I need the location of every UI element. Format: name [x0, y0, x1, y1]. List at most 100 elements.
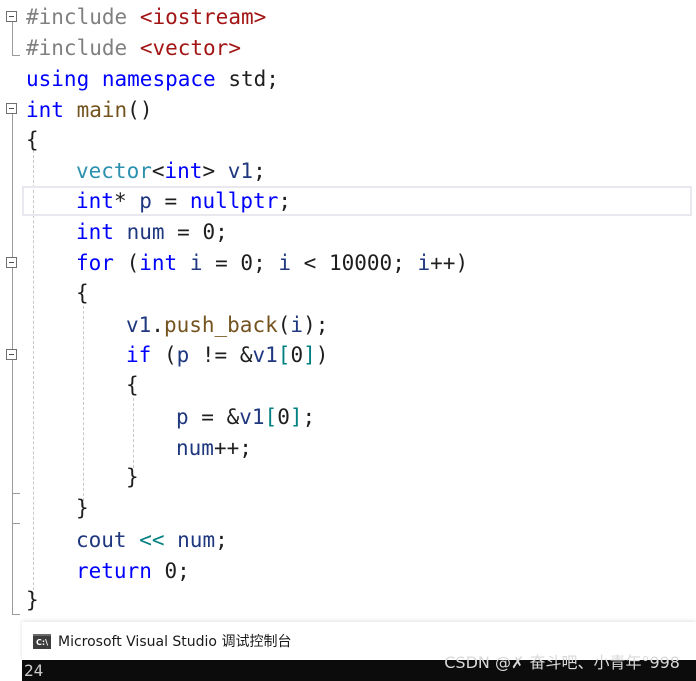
operator: =	[188, 405, 227, 429]
code-line-15: num++;	[176, 433, 252, 463]
number: 0	[290, 343, 304, 367]
punctuation: )	[455, 251, 469, 275]
punctuation: )	[315, 343, 329, 367]
punctuation: ]	[303, 343, 316, 367]
outline-include-end	[12, 55, 20, 56]
preprocessor-directive: #include	[26, 36, 128, 60]
outline-if-end	[12, 493, 20, 494]
punctuation: ;	[392, 251, 418, 275]
outline-main-line	[12, 114, 13, 614]
keyword: namespace	[101, 67, 216, 91]
punctuation: (	[151, 343, 177, 367]
punctuation: ;	[253, 251, 279, 275]
punctuation: ;	[215, 220, 228, 244]
number: 0	[202, 220, 216, 244]
keyword: int	[139, 251, 178, 275]
operator: &	[239, 343, 253, 367]
code-line-7-current[interactable]: int* p = nullptr;	[22, 186, 692, 216]
keyword: int	[76, 220, 114, 244]
console-app-icon: C:\	[33, 633, 51, 649]
punctuation: *	[113, 189, 127, 213]
keyword: int	[26, 98, 64, 122]
keyword: int	[76, 189, 114, 213]
brace: }	[26, 588, 39, 612]
keyword: for	[76, 251, 114, 275]
code-line-10: {	[76, 278, 89, 308]
operator: &	[226, 405, 240, 429]
code-line-13: {	[126, 370, 139, 400]
include-header: <vector>	[139, 36, 241, 60]
variable: v1	[252, 343, 278, 367]
operator: !=	[189, 343, 240, 367]
code-editor[interactable]: #include <iostream> #include <vector> us…	[0, 0, 696, 622]
code-line-14: p = &v1[0];	[176, 402, 315, 432]
variable: num	[177, 528, 216, 552]
code-line-5: {	[26, 125, 39, 155]
keyword: nullptr	[189, 189, 279, 213]
outline-main-end	[12, 614, 20, 615]
number: 0	[240, 251, 254, 275]
punctuation: ;	[177, 559, 190, 583]
brace: }	[76, 496, 89, 520]
collapse-for-icon[interactable]	[6, 257, 17, 268]
punctuation: [	[264, 405, 278, 429]
variable: num	[176, 436, 214, 460]
function-name: main	[76, 98, 128, 122]
brace: {	[76, 281, 89, 305]
function-name: push_back	[163, 313, 278, 337]
keyword: using	[26, 67, 90, 91]
code-line-1: #include <iostream>	[26, 2, 266, 32]
punctuation: ;	[302, 405, 316, 429]
number: 0	[164, 559, 178, 583]
operator: =	[164, 220, 203, 244]
punctuation: (	[113, 251, 140, 275]
code-line-8: int num = 0;	[76, 217, 228, 247]
code-line-17: }	[76, 493, 89, 523]
punctuation: >	[202, 159, 216, 183]
punctuation: ]	[289, 405, 303, 429]
operator: <<	[126, 528, 178, 552]
number: 0	[277, 405, 290, 429]
punctuation: ;	[215, 528, 228, 552]
operator: =	[202, 251, 241, 275]
keyword: if	[126, 343, 152, 367]
code-line-6: vector<int> v1;	[76, 156, 266, 186]
type-name: vector	[76, 159, 152, 183]
variable: v1	[239, 405, 265, 429]
variable: i	[290, 313, 304, 337]
punctuation: ;	[239, 436, 252, 460]
variable: i	[278, 251, 292, 275]
variable: p	[139, 189, 152, 213]
number: 10000	[328, 251, 393, 275]
outline-include-line	[12, 22, 13, 55]
collapse-if-icon[interactable]	[6, 349, 17, 360]
collapse-main-icon[interactable]	[6, 103, 17, 114]
outline-for-end	[12, 523, 20, 524]
code-line-2: #include <vector>	[26, 33, 241, 63]
collapse-include-icon[interactable]	[6, 11, 17, 22]
code-line-4: int main()	[26, 95, 152, 125]
punctuation: ;	[253, 159, 266, 183]
code-line-19: return 0;	[76, 556, 190, 586]
punctuation: (	[277, 313, 291, 337]
indent-guide-if	[133, 398, 134, 468]
csdn-watermark: CSDN @✗ 奋斗吧、小青年°998	[444, 653, 680, 672]
operator: ++	[430, 251, 456, 275]
punctuation: <	[151, 159, 165, 183]
code-line-20: }	[26, 585, 39, 615]
variable: num	[126, 220, 165, 244]
code-line-11: v1.push_back(i);	[126, 310, 328, 340]
variable: v1	[126, 313, 152, 337]
console-window-title: Microsoft Visual Studio 调试控制台	[58, 634, 292, 650]
namespace-name: std;	[228, 67, 279, 91]
operator: <	[291, 251, 329, 275]
operator: =	[151, 189, 190, 213]
variable: cout	[76, 528, 127, 552]
variable: p	[176, 343, 190, 367]
preprocessor-directive: #include	[26, 5, 128, 29]
punctuation: ()	[127, 98, 153, 122]
punctuation: );	[303, 313, 329, 337]
keyword: int	[164, 159, 203, 183]
variable: p	[176, 405, 189, 429]
